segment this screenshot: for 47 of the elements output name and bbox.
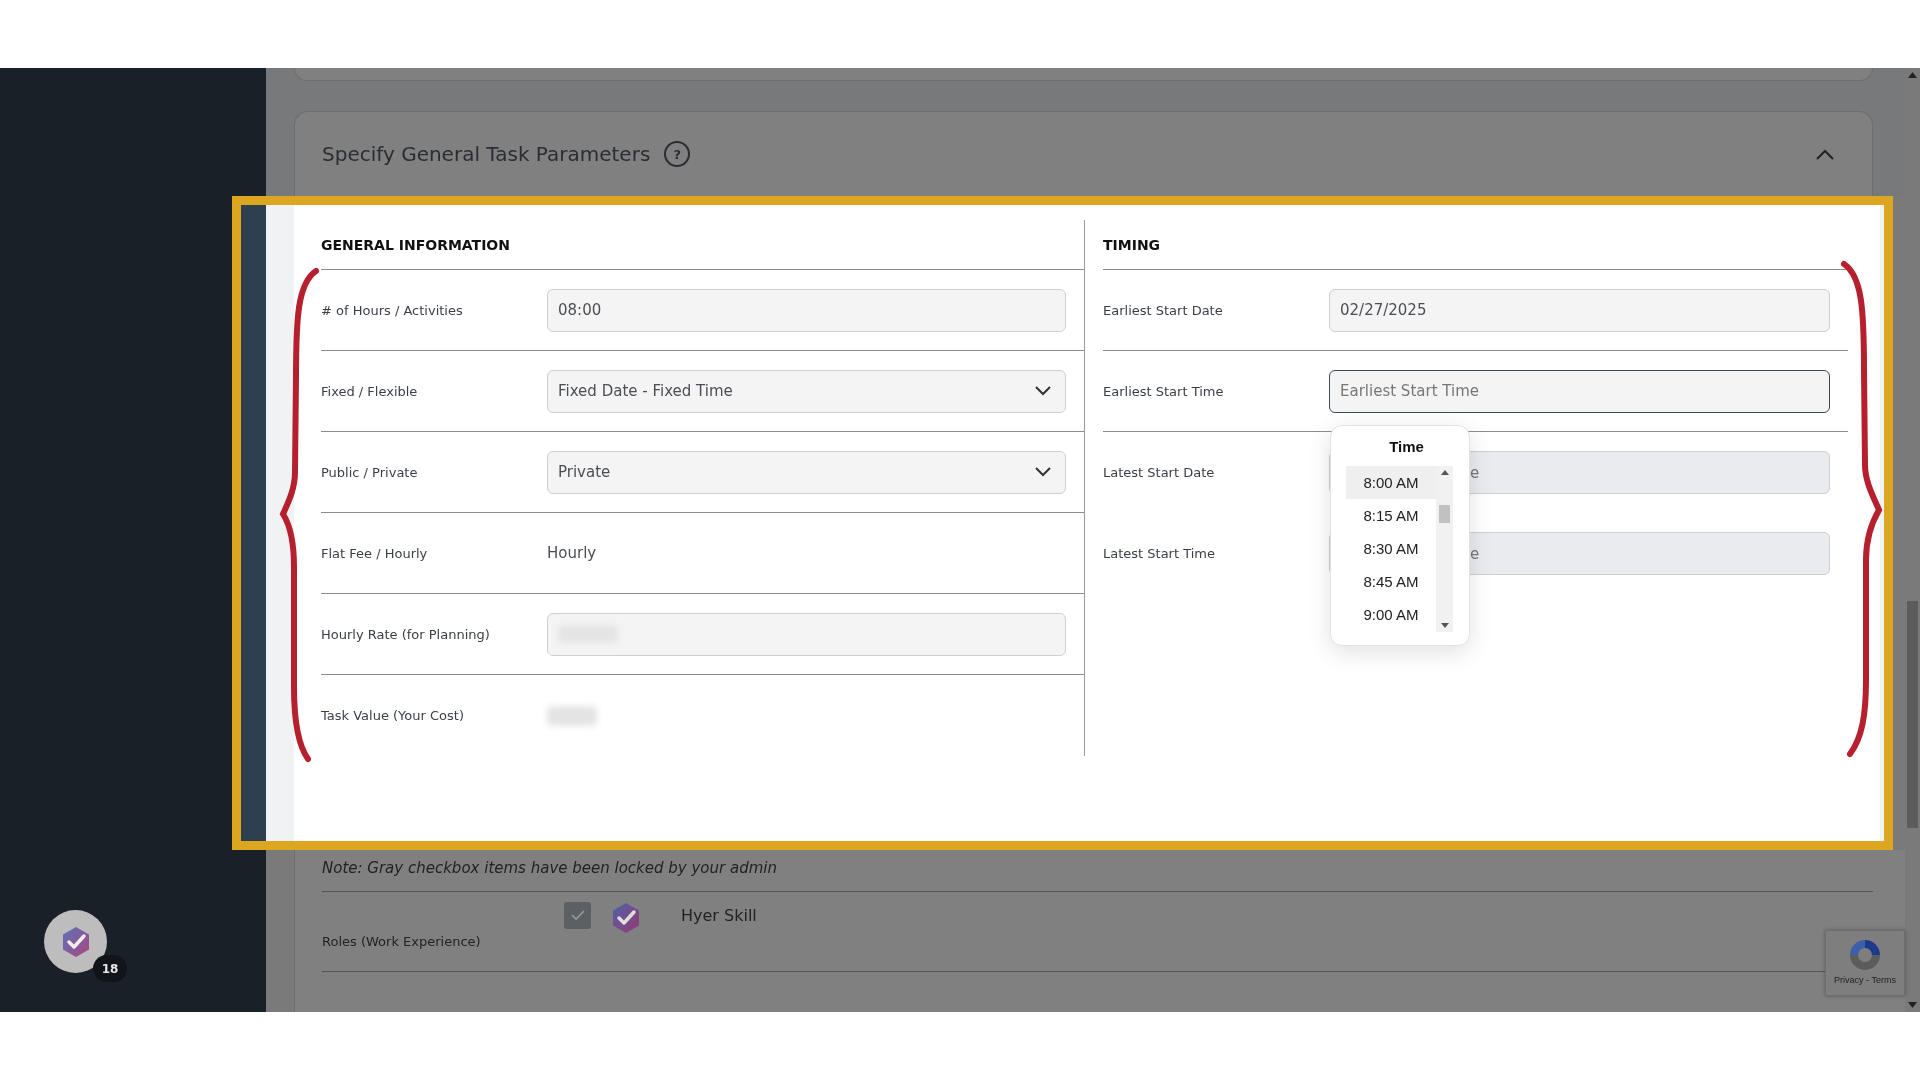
field-label: Latest Start Time (1103, 546, 1216, 561)
field-label: Fixed / Flexible (321, 383, 419, 399)
field-label: Task Value (Your Cost) (321, 708, 465, 723)
chevron-up-icon[interactable] (1816, 148, 1834, 160)
field-label: Earliest Start Time (1103, 383, 1225, 399)
field-label: # of Hours / Activities (321, 302, 464, 318)
input-field[interactable]: 02/27/2025 (1329, 288, 1830, 332)
field-label: Earliest Start Date (1103, 302, 1224, 318)
field-label: Public / Private (321, 464, 419, 480)
recaptcha-badge[interactable]: Privacy - Terms (1825, 930, 1905, 996)
section-title: Specify General Task Parameters (322, 142, 651, 166)
blurred-value (547, 705, 597, 726)
scroll-thumb[interactable] (1907, 601, 1918, 828)
note-text: Note: Gray checkbox items have been locked by your admin (322, 859, 777, 877)
field-label: Latest Start Date (1103, 465, 1216, 480)
check-icon (570, 910, 585, 921)
field-value: Hourly (547, 544, 597, 562)
hexagon-check-icon (60, 925, 91, 958)
select-field[interactable]: Private (547, 450, 1066, 494)
skill-name: Hyer Skill (681, 905, 757, 925)
input-field[interactable] (547, 612, 1066, 656)
field-label: Roles (Work Experience) (322, 933, 482, 949)
chevron-down-icon (1035, 386, 1051, 396)
checkbox[interactable] (564, 902, 591, 929)
input-field[interactable]: 08:00 (547, 288, 1066, 332)
time-option[interactable]: 8:15 AM (1346, 498, 1436, 532)
column-heading: GENERAL INFORMATION (321, 236, 510, 253)
help-icon[interactable]: ? (664, 141, 691, 167)
page-scrollbar[interactable] (1905, 68, 1920, 1012)
scroll-down-icon[interactable] (1908, 1002, 1917, 1008)
scroll-up-icon[interactable] (1908, 72, 1917, 78)
scroll-thumb[interactable] (1439, 504, 1450, 523)
column-heading: TIMING (1103, 236, 1161, 253)
count-badge: 18 (93, 955, 127, 982)
chevron-down-icon (1035, 467, 1051, 477)
select-field[interactable]: Fixed Date - Fixed Time (547, 369, 1066, 413)
scrollbar[interactable] (1436, 465, 1453, 632)
section-header[interactable]: Specify General Task Parameters ? (294, 111, 1873, 196)
field-label: Flat Fee / Hourly (321, 545, 429, 561)
scroll-down-icon[interactable] (1440, 622, 1449, 628)
field-label: Hourly Rate (for Planning) (321, 626, 491, 642)
hexagon-check-icon (611, 902, 641, 934)
time-option[interactable]: 9:00 AM (1346, 597, 1436, 631)
privacy-terms-link[interactable]: Privacy - Terms (1834, 975, 1896, 985)
scroll-up-icon[interactable] (1440, 469, 1449, 475)
time-option[interactable]: 8:00 AM (1346, 465, 1436, 499)
time-option[interactable]: 8:30 AM (1346, 531, 1436, 565)
